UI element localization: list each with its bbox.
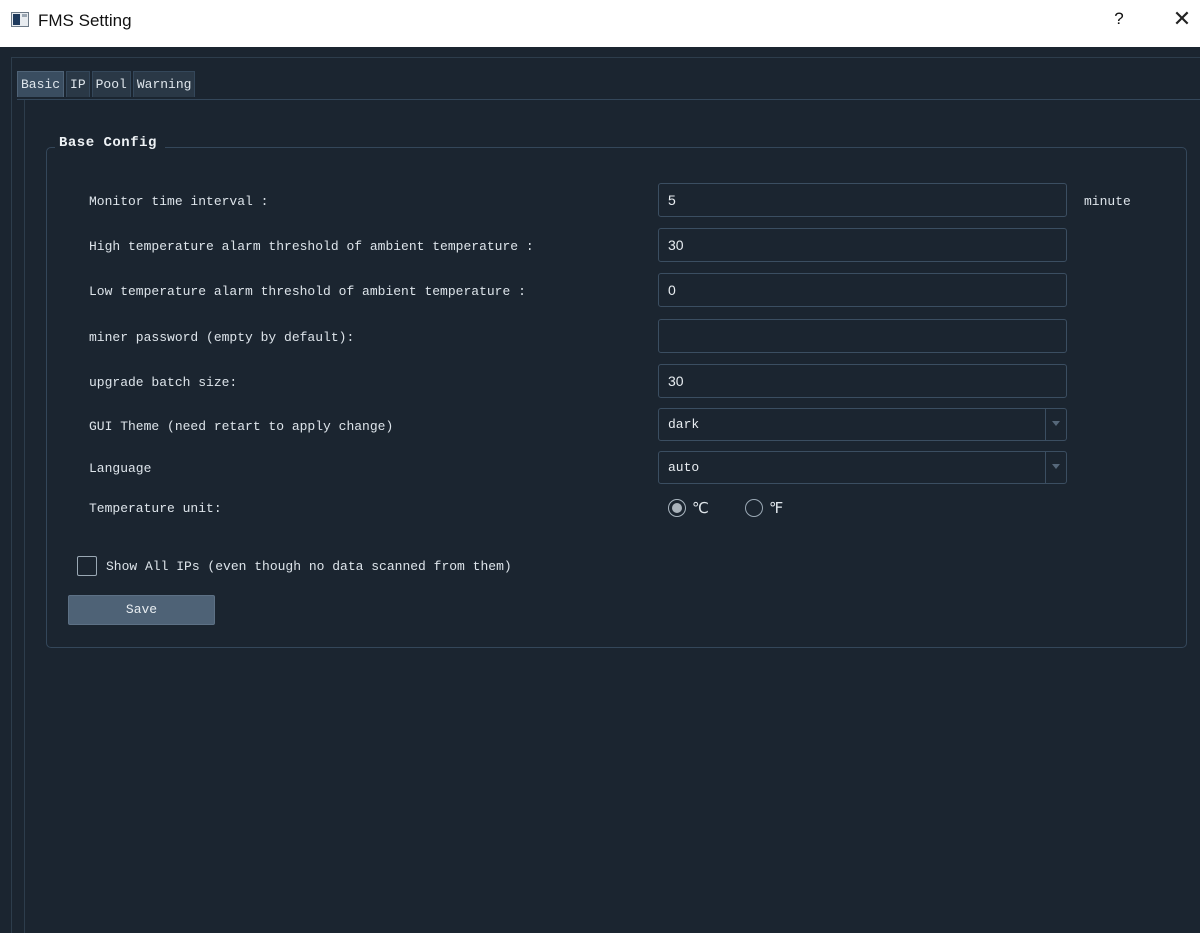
high-temp-label: High temperature alarm threshold of ambi… (89, 239, 534, 254)
help-button[interactable]: ? (1108, 9, 1130, 33)
chevron-down-icon (1052, 421, 1060, 426)
low-temp-label: Low temperature alarm threshold of ambie… (89, 284, 526, 299)
high-temp-input[interactable] (658, 228, 1067, 262)
monitor-interval-label: Monitor time interval : (89, 194, 269, 209)
gui-theme-select[interactable]: dark (658, 408, 1067, 441)
tab-warning[interactable]: Warning (132, 71, 196, 97)
miner-password-label: miner password (empty by default): (89, 330, 355, 345)
tab-bar: Basic IP Pool Warning (17, 71, 197, 97)
miner-password-input[interactable] (658, 319, 1067, 353)
celsius-label: ℃ (692, 499, 709, 517)
language-value: auto (668, 460, 700, 475)
upgrade-batch-input[interactable] (658, 364, 1067, 398)
temp-unit-label: Temperature unit: (89, 501, 222, 516)
temp-unit-fahrenheit-radio[interactable]: ℉ (745, 497, 783, 519)
tab-pool[interactable]: Pool (91, 71, 131, 97)
gui-theme-label: GUI Theme (need retart to apply change) (89, 419, 394, 434)
gui-theme-dropdown[interactable] (1045, 409, 1066, 440)
chevron-down-icon (1052, 464, 1060, 469)
fahrenheit-label: ℉ (769, 499, 784, 517)
tab-basic[interactable]: Basic (17, 71, 65, 97)
show-all-ips-checkbox[interactable] (77, 556, 97, 576)
radio-checked-icon (668, 499, 686, 517)
language-select[interactable]: auto (658, 451, 1067, 484)
tab-ip[interactable]: IP (66, 71, 90, 97)
temp-unit-celsius-radio[interactable]: ℃ (668, 497, 709, 519)
close-button[interactable]: ✕ (1170, 6, 1194, 34)
save-button[interactable]: Save (68, 595, 215, 625)
monitor-interval-unit: minute (1084, 194, 1131, 209)
language-label: Language (89, 461, 152, 476)
gui-theme-value: dark (668, 417, 700, 432)
monitor-interval-input[interactable] (658, 183, 1067, 217)
low-temp-input[interactable] (658, 273, 1067, 307)
language-dropdown[interactable] (1045, 452, 1066, 483)
window-title: FMS Setting (38, 11, 132, 30)
radio-unchecked-icon (745, 499, 763, 517)
app-icon (11, 12, 29, 27)
dialog-body: Basic IP Pool Warning Base Config Monito… (0, 47, 1200, 933)
window-titlebar: FMS Setting ? ✕ (0, 0, 1200, 47)
show-all-ips-label[interactable]: Show All IPs (even though no data scanne… (106, 559, 512, 574)
upgrade-batch-label: upgrade batch size: (89, 375, 238, 390)
base-config-title: Base Config (55, 135, 165, 151)
